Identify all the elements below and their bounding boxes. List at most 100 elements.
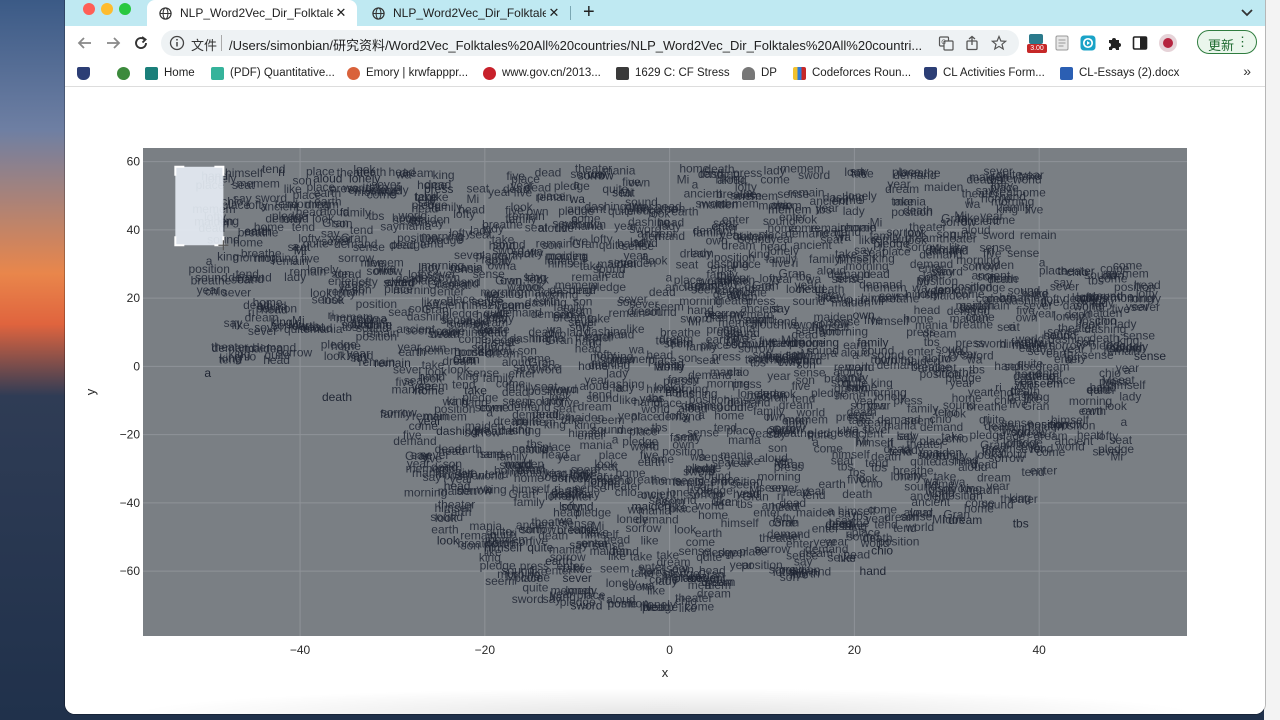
info-icon[interactable] — [169, 35, 185, 51]
word-point[interactable]: breathe — [557, 523, 598, 537]
word-glyph: a — [457, 229, 464, 243]
word-point[interactable]: sever — [563, 571, 592, 585]
word-point[interactable]: sword — [570, 598, 602, 612]
word-point[interactable]: a — [204, 366, 211, 380]
word-point[interactable]: tend — [889, 445, 912, 459]
address-bar[interactable]: 文件 /Users/simonbian/研究资料/Word2Vec_Folkta… — [161, 30, 1019, 56]
window-maximize-button[interactable] — [119, 3, 131, 15]
word-point[interactable]: sense — [1134, 349, 1166, 363]
word-point[interactable]: morning — [796, 336, 839, 350]
word-point[interactable]: aloud — [313, 172, 342, 186]
word-point[interactable]: year — [704, 308, 727, 322]
selection-rect[interactable] — [175, 166, 224, 246]
tab-close-icon[interactable]: ✕ — [333, 5, 349, 21]
document-icon[interactable] — [1053, 34, 1071, 52]
word-point[interactable]: ri — [278, 165, 285, 179]
word-point[interactable]: maiden — [631, 499, 670, 513]
video-extension-icon[interactable] — [1079, 34, 1097, 52]
word-point[interactable]: world — [654, 359, 684, 373]
tab-search-chevron-icon[interactable] — [1239, 4, 1255, 20]
word-point[interactable]: own — [853, 308, 875, 322]
word-glyph: quite — [950, 227, 976, 241]
word-point[interactable]: five — [790, 568, 809, 582]
word-point[interactable]: position — [1028, 417, 1069, 431]
translate-icon[interactable]: G — [938, 35, 954, 51]
word-point[interactable]: lonely — [349, 172, 380, 186]
word-point[interactable]: mania — [450, 260, 483, 274]
tab-active[interactable]: NLP_Word2Vec_Dir_Folktales ✕ — [147, 0, 357, 26]
word-point[interactable]: dashing — [436, 424, 478, 438]
bookmark-cl-essays[interactable]: CL-Essays (2).docx — [1060, 64, 1179, 82]
tab-inactive[interactable]: NLP_Word2Vec_Dir_Folktales ✕ — [360, 0, 570, 26]
bookmark-star-icon[interactable] — [991, 35, 1007, 51]
word-point[interactable]: ancient — [687, 571, 726, 585]
word-glyph: position — [608, 596, 649, 610]
side-panel-icon[interactable] — [1131, 34, 1149, 52]
word-point[interactable]: earth — [545, 554, 572, 568]
bookmark-codeforces[interactable]: Codeforces Roun... — [793, 64, 911, 82]
bookmark-cf-stress[interactable]: 1629 C: CF Stress — [616, 64, 730, 82]
word-point[interactable]: pledge — [873, 237, 909, 251]
word-glyph: sound — [981, 498, 1014, 512]
bookmark-item[interactable] — [77, 64, 96, 82]
address-url[interactable]: /Users/simonbian/研究资料/Word2Vec_Folktales… — [229, 35, 929, 54]
word-point[interactable]: theater — [1057, 264, 1094, 278]
word-point[interactable]: enter — [711, 219, 738, 233]
tab-close-icon[interactable]: ✕ — [546, 5, 562, 21]
word-point[interactable]: like — [818, 291, 836, 305]
reload-icon[interactable] — [131, 33, 151, 53]
word-point[interactable]: seem — [1034, 376, 1063, 390]
extension-badge-icon[interactable]: 3.00 — [1027, 34, 1047, 53]
bookmarks-overflow-chevron-icon[interactable]: » — [1243, 63, 1251, 79]
word-point[interactable]: Gran — [453, 353, 480, 367]
word-point[interactable]: press — [424, 182, 453, 196]
word-point[interactable]: hand — [860, 564, 887, 578]
tsne-scatter-plot[interactable]: earth sword breathe demand look five sound loft… — [65, 87, 1265, 714]
word-point[interactable]: Mi — [294, 243, 307, 257]
update-button[interactable]: 更新 ⋮ — [1197, 30, 1257, 54]
word-point[interactable]: demand — [925, 243, 968, 257]
word-point[interactable]: say — [771, 301, 790, 315]
bookmark-gov[interactable]: www.gov.cn/2013... — [483, 64, 601, 82]
word-point[interactable]: king — [271, 315, 293, 329]
word-point[interactable]: wa — [569, 192, 586, 206]
word-point[interactable]: himself — [484, 540, 523, 554]
word-point[interactable]: memem — [768, 202, 811, 216]
bookmark-item[interactable] — [117, 64, 136, 82]
window-close-button[interactable] — [83, 3, 95, 15]
forward-arrow-icon[interactable] — [103, 33, 123, 53]
word-point[interactable]: family — [857, 336, 888, 350]
word-point[interactable]: death — [322, 390, 352, 404]
bookmark-home[interactable]: Home — [145, 64, 195, 82]
word-point[interactable]: take — [464, 383, 487, 397]
word-point[interactable]: come — [479, 400, 509, 414]
bookmark-quantitative-pdf[interactable]: (PDF) Quantitative... — [211, 64, 335, 82]
word-point[interactable]: tbs — [1013, 516, 1029, 530]
word-point[interactable]: look — [437, 533, 460, 547]
word-point[interactable]: dream — [948, 513, 982, 527]
word-point[interactable]: dead — [481, 325, 508, 339]
back-arrow-icon[interactable] — [75, 33, 95, 53]
word-point[interactable]: home — [414, 383, 444, 397]
word-point[interactable]: quite — [527, 540, 553, 554]
word-point[interactable]: lofty — [982, 445, 1004, 459]
word-point[interactable]: seat — [612, 185, 635, 199]
word-point[interactable]: lady — [418, 260, 440, 274]
word-point[interactable]: sound — [561, 499, 594, 513]
word-point[interactable]: sorrow — [578, 168, 614, 182]
word-point[interactable]: son — [1076, 336, 1095, 350]
window-minimize-button[interactable] — [101, 3, 113, 15]
puzzle-extensions-icon[interactable] — [1105, 34, 1123, 52]
word-point[interactable]: remain — [374, 356, 411, 370]
profile-avatar[interactable] — [1159, 34, 1177, 52]
word-glyph: a — [582, 250, 589, 264]
zoom-selection-box[interactable] — [174, 165, 229, 251]
word-point[interactable]: chio — [871, 544, 893, 558]
bookmark-cl-activities[interactable]: CL Activities Form... — [924, 64, 1045, 82]
share-icon[interactable] — [964, 35, 980, 51]
word-point[interactable]: head — [444, 479, 471, 493]
new-tab-button[interactable]: + — [583, 1, 595, 24]
more-menu-icon[interactable]: ⋮ — [1236, 34, 1249, 50]
bookmark-emory[interactable]: Emory | krwfapppr... — [347, 64, 468, 82]
bookmark-dp[interactable]: DP — [742, 64, 777, 82]
